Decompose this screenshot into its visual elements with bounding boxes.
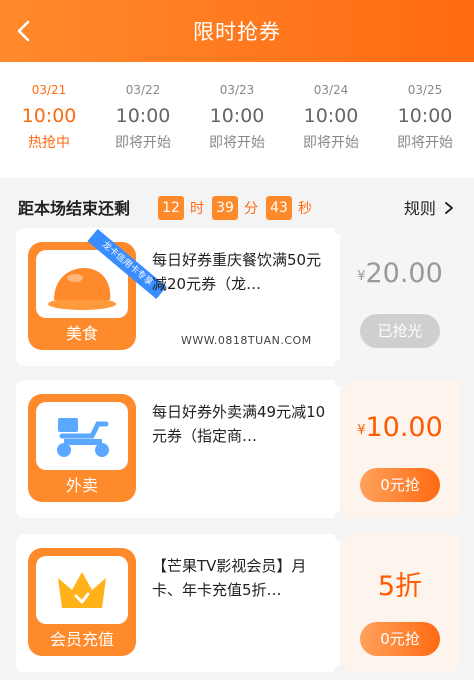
coupon-discount: 5折: [377, 571, 423, 602]
scooter-icon: [57, 418, 109, 457]
coupon-thumb-vip: 会员充值: [28, 548, 136, 656]
session-date: 03/24: [313, 83, 349, 97]
session-tab-0324[interactable]: 03/24 10:00 即将开始: [284, 82, 378, 152]
session-date: 03/25: [407, 83, 443, 97]
session-tab-0325[interactable]: 03/25 10:00 即将开始: [378, 82, 472, 152]
countdown-hours-unit: 时: [190, 201, 204, 217]
coupon-thumb-delivery: 外卖: [28, 394, 136, 502]
coupon-title: 每日好券外卖满49元减10元券（指定商…: [152, 403, 326, 445]
session-status: 即将开始: [209, 135, 265, 151]
session-date: 03/22: [125, 83, 161, 97]
countdown-hours: 12: [158, 196, 184, 220]
session-time: 10:00: [21, 105, 77, 127]
card-notch: [334, 665, 348, 672]
countdown-seconds-unit: 秒: [298, 201, 312, 217]
session-time: 10:00: [115, 105, 171, 127]
session-status: 即将开始: [303, 135, 359, 151]
coupon-card-delivery[interactable]: 外卖 每日好券外卖满49元减10元券（指定商… ¥10.00 0元抢: [16, 380, 460, 518]
coupon-price: ¥20.00: [340, 258, 460, 289]
session-tab-0322[interactable]: 03/22 10:00 即将开始: [96, 82, 190, 152]
grab-coupon-button[interactable]: 0元抢: [360, 622, 440, 656]
countdown-minutes-unit: 分: [244, 201, 258, 217]
card-notch: [334, 359, 348, 366]
session-tab-0323[interactable]: 03/23 10:00 即将开始: [190, 82, 284, 152]
session-date: 03/21: [31, 83, 67, 97]
coupon-price: ¥10.00: [340, 412, 460, 443]
session-tabs: 03/21 10:00 热抢中 03/22 10:00 即将开始 03/23 1…: [0, 62, 474, 178]
sold-out-button[interactable]: 已抢光: [360, 314, 440, 348]
coupon-thumb-food: 龙卡信用卡专享 美食: [28, 228, 167, 350]
countdown-bar: 距本场结束还剩 12 时 39 分 43 秒 规则: [0, 178, 474, 228]
session-time: 10:00: [303, 105, 359, 127]
coupon-title: 【芒果TV影视会员】月卡、年卡充值5折…: [152, 557, 307, 599]
session-status: 即将开始: [115, 135, 171, 151]
card-notch: [334, 511, 348, 518]
price-value: 20.00: [365, 258, 443, 289]
rules-label: 规则: [403, 199, 436, 218]
watermark: WWW.0818TUAN.COM: [181, 334, 312, 347]
page-title: 限时抢券: [193, 20, 281, 44]
crown-icon: [58, 572, 106, 608]
coupon-category: 会员充值: [49, 630, 114, 649]
session-status: 即将开始: [397, 135, 453, 151]
grab-coupon-button[interactable]: 0元抢: [360, 468, 440, 502]
coupon-title: 每日好券重庆餐饮满50元减20元券（龙…: [152, 251, 322, 293]
session-time: 10:00: [397, 105, 453, 127]
coupon-list-area: 距本场结束还剩 12 时 39 分 43 秒 规则 龙卡信用卡专享 美食 每日好…: [0, 178, 474, 680]
countdown-minutes: 39: [212, 196, 238, 220]
session-tab-0321[interactable]: 03/21 10:00 热抢中: [2, 82, 96, 152]
coupon-category: 外卖: [65, 476, 98, 495]
rules-link[interactable]: 规则: [404, 195, 454, 219]
top-bar: 限时抢券: [0, 0, 474, 62]
session-time: 10:00: [209, 105, 265, 127]
session-date: 03/23: [219, 83, 255, 97]
countdown-label: 距本场结束还剩: [18, 199, 131, 218]
coupon-category: 美食: [65, 324, 98, 343]
countdown-seconds: 43: [266, 196, 292, 220]
session-status: 热抢中: [28, 135, 70, 151]
chevron-right-icon: [445, 202, 453, 214]
price-value: 10.00: [365, 412, 443, 443]
coupon-card-vip[interactable]: 会员充值 【芒果TV影视会员】月卡、年卡充值5折… 5折 0元抢: [16, 534, 460, 672]
